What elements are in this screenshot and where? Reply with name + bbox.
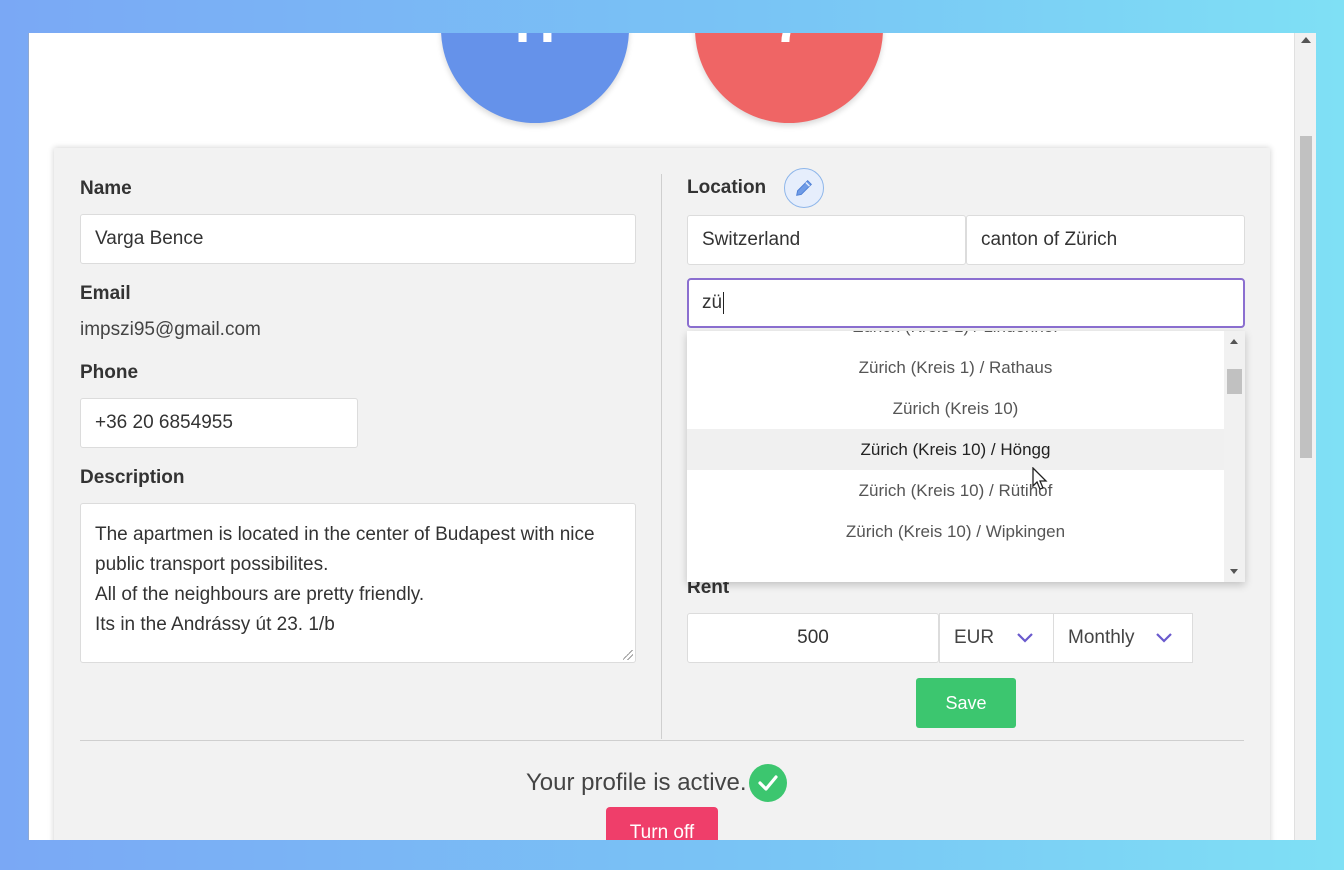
suggestion-item-hovered[interactable]: Zürich (Kreis 10) / Höngg [687,429,1224,470]
red-circle-glyph: 7 [695,33,883,51]
blue-circle-glyph: H [441,33,629,51]
profile-status: Your profile is active. [526,764,787,802]
name-input-value: Varga Bence [95,228,204,249]
country-input-value: Switzerland [702,229,801,250]
email-label: Email [80,283,131,304]
city-search-input[interactable]: zü [687,278,1245,328]
resize-handle-icon[interactable] [623,650,633,660]
suggestion-item[interactable]: Zürich (Kreis 10) / Wipkingen [687,511,1224,552]
rent-amount-input[interactable]: 500 [687,613,939,663]
phone-input-value: +36 20 6854955 [95,412,233,433]
suggestion-item[interactable]: Zürich (Kreis 10) / Rütihof [687,470,1224,511]
page-scrollbar[interactable] [1294,33,1316,840]
profile-card: Name Varga Bence Email impszi95@gmail.co… [54,148,1270,840]
suggestion-item[interactable]: Zürich (Kreis 10) [687,388,1224,429]
phone-label: Phone [80,362,139,383]
suggestion-item[interactable]: Zürich (Kreis 1) / Lindenhof [687,331,1224,347]
description-line: All of the neighbours are pretty friendl… [95,584,425,605]
description-line: The apartmen is located in the center of… [95,524,595,545]
save-button[interactable]: Save [916,678,1016,728]
region-input[interactable]: canton of Zürich [966,215,1245,265]
text-caret [723,292,725,314]
red-circle-badge: 7 [695,33,883,123]
region-input-value: canton of Zürich [981,229,1118,250]
description-textarea[interactable]: The apartmen is located in the center of… [80,503,636,663]
city-search-value: zü [702,292,723,313]
country-input[interactable]: Switzerland [687,215,966,265]
status-text: Your profile is active. [526,769,747,796]
name-input[interactable]: Varga Bence [80,214,636,264]
checkmark-icon [748,764,787,802]
period-select-value: Monthly [1068,627,1135,648]
chevron-down-icon [1017,633,1033,643]
section-divider [80,740,1244,741]
blue-circle-badge: H [441,33,629,123]
scroll-up-arrow-icon[interactable] [1301,37,1311,43]
browser-window: H 7 Name Varga Bence Email impszi95@gmai… [28,33,1316,840]
currency-select[interactable]: EUR [939,613,1054,663]
suggestion-item[interactable]: Zürich (Kreis 1) / Rathaus [687,347,1224,388]
page-scroll-thumb[interactable] [1300,136,1312,458]
pencil-icon [796,180,812,196]
description-line: public transport possibilites. [95,554,329,575]
description-line: Its in the Andrássy út 23. 1/b [95,614,335,635]
period-select[interactable]: Monthly [1053,613,1193,663]
column-divider [661,174,662,739]
currency-select-value: EUR [954,627,995,648]
dropdown-scroll-thumb[interactable] [1227,369,1242,394]
edit-location-button[interactable] [784,168,824,208]
city-suggestions-dropdown: Zürich (Kreis 1) / Lindenhof Zürich (Kre… [687,331,1245,582]
scroll-down-arrow-icon[interactable] [1230,569,1238,574]
scroll-up-arrow-icon[interactable] [1230,339,1238,344]
chevron-down-icon [1156,633,1172,643]
dropdown-scrollbar[interactable] [1224,331,1245,582]
email-value: impszi95@gmail.com [80,319,261,340]
rent-amount-value: 500 [797,627,829,648]
turn-off-button[interactable]: Turn off [606,807,718,840]
location-label: Location [687,177,767,198]
name-label: Name [80,178,132,199]
phone-input[interactable]: +36 20 6854955 [80,398,358,448]
description-label: Description [80,467,185,488]
mouse-pointer-icon [1032,467,1048,490]
